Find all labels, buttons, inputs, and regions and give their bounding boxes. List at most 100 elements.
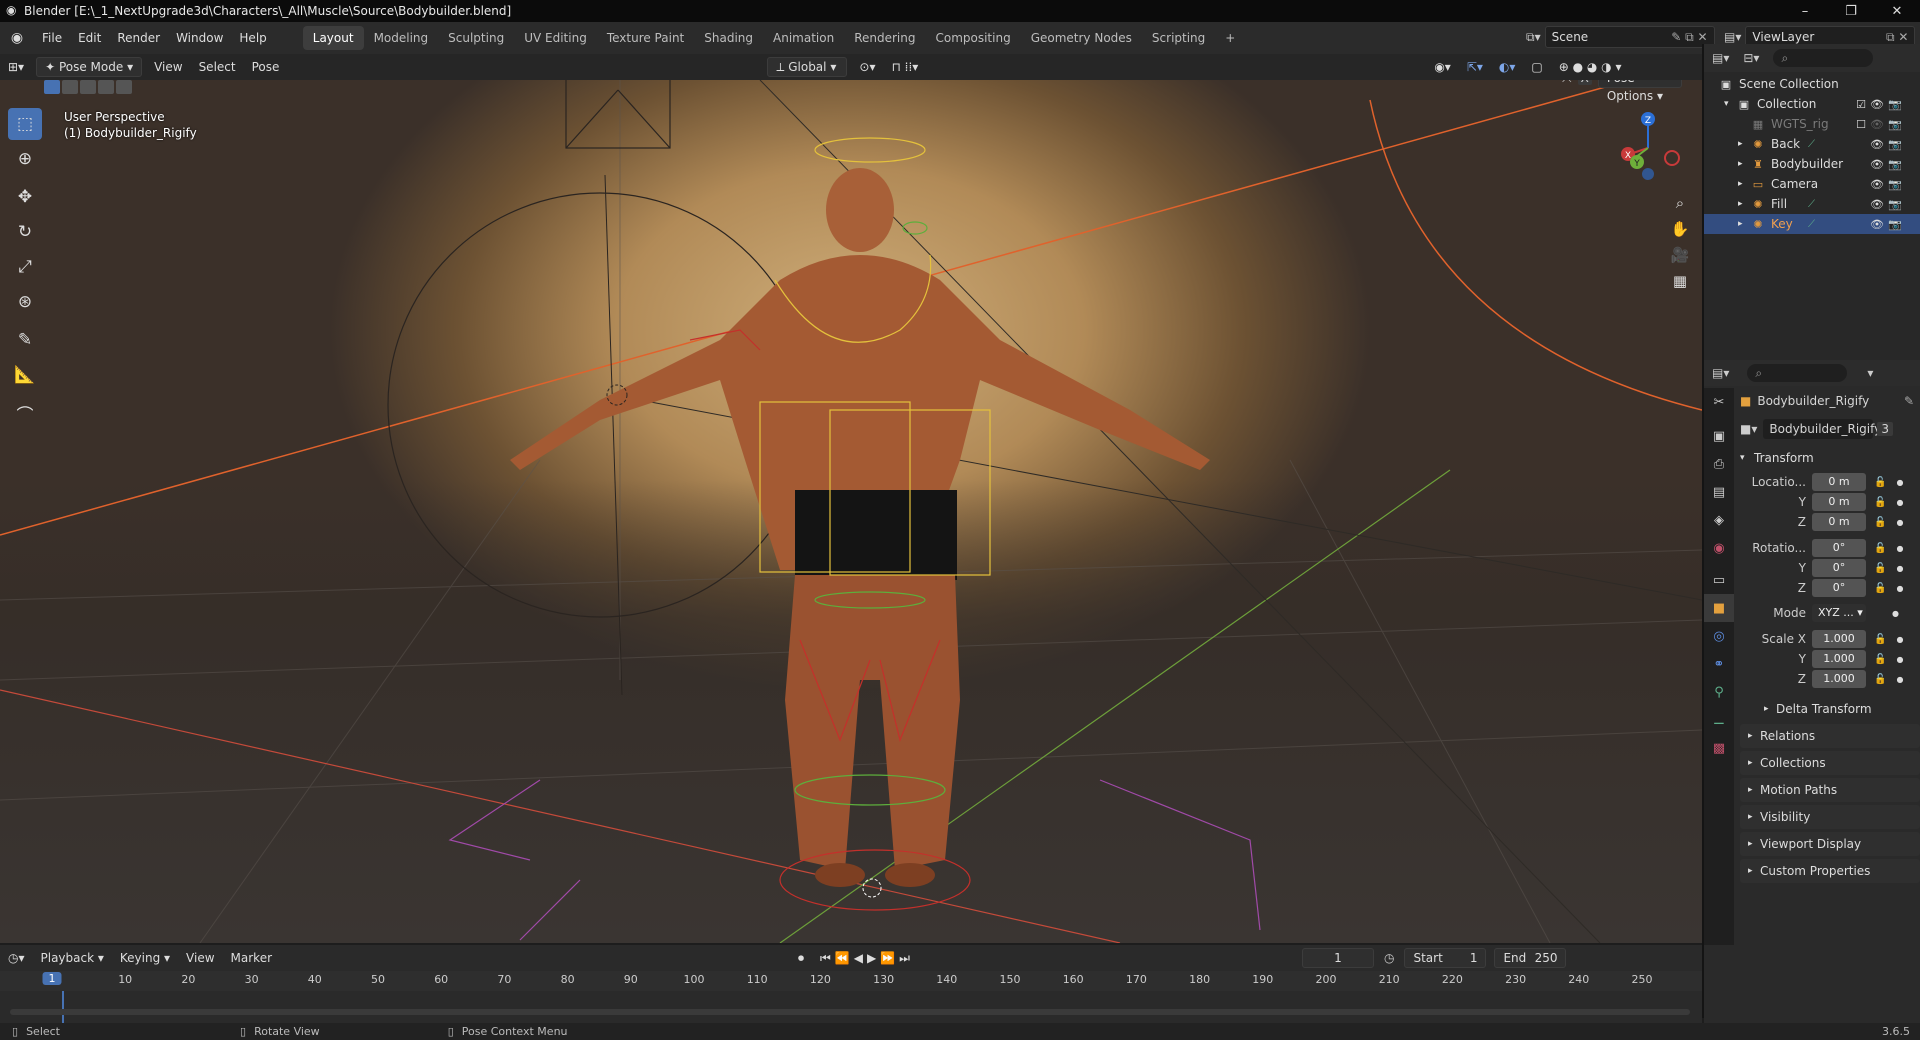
expand-icon[interactable]: ▾: [1724, 99, 1736, 109]
end-frame-field[interactable]: End 250: [1494, 948, 1567, 968]
timeline-scrollbar[interactable]: [10, 1009, 1690, 1015]
tab-uv-editing[interactable]: UV Editing: [514, 26, 597, 50]
scene-selector[interactable]: Scene ✎ ⧉ ✕: [1544, 26, 1715, 48]
checkbox-icon[interactable]: ☑: [1856, 98, 1866, 111]
outliner-search-input[interactable]: ⌕: [1773, 49, 1874, 67]
viewlayer-actions-icon[interactable]: ⧉ ✕: [1886, 30, 1908, 45]
properties-options-icon[interactable]: ▾: [1867, 366, 1873, 380]
menu-edit[interactable]: Edit: [70, 22, 109, 54]
visibility-icon[interactable]: ◉▾: [1426, 54, 1459, 80]
frame-ruler[interactable]: 10 20 30 40 50 60 70 80 90 100 110 120 130 140 150 160 1…: [0, 971, 1702, 991]
lock-icon[interactable]: 🔓: [1874, 674, 1886, 685]
object-name[interactable]: Bodybuilder_Rigify: [1757, 394, 1869, 408]
panel-viewport-display[interactable]: ▸ Viewport Display: [1740, 832, 1920, 856]
object-tab-icon[interactable]: ■: [1704, 594, 1734, 622]
tab-compositing[interactable]: Compositing: [925, 26, 1020, 50]
object-data-field[interactable]: Bodybuilder_Rigify: [1763, 419, 1881, 439]
lock-icon[interactable]: 🔓: [1874, 654, 1886, 665]
keyframe-dot-icon[interactable]: ●: [1896, 584, 1903, 593]
constraints-tab-icon[interactable]: ⚭: [1704, 650, 1734, 678]
world-tab-icon[interactable]: ◉: [1704, 534, 1734, 562]
keyframe-dot-icon[interactable]: ●: [1896, 564, 1903, 573]
viewlayer-browse-icon[interactable]: ▤▾: [1724, 30, 1741, 44]
editor-type-icon[interactable]: ⊞▾: [0, 54, 32, 80]
zoom-icon[interactable]: ⌕: [1667, 190, 1693, 216]
pivot-icon[interactable]: ⊙▾: [851, 54, 883, 80]
tab-rendering[interactable]: Rendering: [844, 26, 925, 50]
eye-icon[interactable]: 👁: [1870, 158, 1884, 171]
keyframe-dot-icon[interactable]: ●: [1892, 609, 1899, 618]
menu-help[interactable]: Help: [231, 22, 274, 54]
scale-x-field[interactable]: 1.000: [1812, 630, 1866, 648]
record-icon[interactable]: ⏺: [790, 945, 812, 971]
lock-icon[interactable]: 🔓: [1874, 563, 1886, 574]
menu-render[interactable]: Render: [109, 22, 168, 54]
outliner-row-fill[interactable]: ▸ ✺ Fill ⟋ 👁 📷: [1704, 194, 1920, 214]
lock-icon[interactable]: 🔓: [1874, 517, 1886, 528]
mirror-x-button[interactable]: X: [1577, 80, 1592, 85]
camera-view-icon[interactable]: 🎥: [1667, 242, 1693, 268]
panel-custom-properties[interactable]: ▸ Custom Properties: [1740, 859, 1920, 883]
users-count[interactable]: 3: [1877, 422, 1894, 436]
transform-tool-icon[interactable]: ⊛: [8, 286, 42, 318]
panel-collections[interactable]: ▸ Collections: [1740, 751, 1920, 775]
keyframe-dot-icon[interactable]: ●: [1896, 478, 1903, 487]
expand-icon[interactable]: ▸: [1738, 159, 1750, 169]
menu-marker[interactable]: Marker: [223, 945, 280, 971]
location-z-field[interactable]: 0 m: [1812, 513, 1866, 531]
eye-icon[interactable]: 👁: [1870, 178, 1884, 191]
tab-modeling[interactable]: Modeling: [364, 26, 439, 50]
menu-keying[interactable]: Keying ▾: [112, 945, 178, 971]
tab-sculpting[interactable]: Sculpting: [438, 26, 514, 50]
orientation-dropdown[interactable]: ⟂ Global ▾: [767, 57, 848, 77]
minimize-button[interactable]: –: [1782, 0, 1828, 22]
outliner-row-key[interactable]: ▸ ✺ Key ⟋ 👁 📷: [1704, 214, 1920, 234]
physics-tab-icon[interactable]: ◎: [1704, 622, 1734, 650]
rotate-tool-icon[interactable]: ↻: [8, 216, 42, 248]
outliner-type-icon[interactable]: ▤▾: [1712, 51, 1729, 65]
display-mode-icon[interactable]: ⊟▾: [1743, 51, 1759, 65]
relax-pose-icon[interactable]: ⌒: [8, 397, 42, 429]
outliner-row-camera[interactable]: ▸ ▭ Camera 👁 📷: [1704, 174, 1920, 194]
pan-hand-icon[interactable]: ✋: [1667, 216, 1693, 242]
transform-affect-icon[interactable]: ⤧: [1562, 80, 1572, 86]
camera-render-icon[interactable]: 📷: [1888, 158, 1902, 171]
eye-icon[interactable]: 👁: [1870, 138, 1884, 151]
select-extend-icon[interactable]: [62, 80, 78, 94]
select-subtract-icon[interactable]: [80, 80, 96, 94]
eye-icon[interactable]: 👁: [1870, 198, 1884, 211]
keyframe-dot-icon[interactable]: ●: [1896, 498, 1903, 507]
gizmo-toggle-icon[interactable]: ⇱▾: [1459, 54, 1491, 80]
select-intersect-icon[interactable]: [116, 80, 132, 94]
menu-window[interactable]: Window: [168, 22, 231, 54]
camera-render-icon[interactable]: 📷: [1888, 218, 1902, 231]
cursor-tool-icon[interactable]: ⊕: [8, 143, 42, 175]
camera-render-icon[interactable]: 📷: [1888, 198, 1902, 211]
menu-playback[interactable]: Playback ▾: [33, 945, 112, 971]
lock-icon[interactable]: 🔓: [1874, 543, 1886, 554]
eye-icon[interactable]: 👁: [1870, 218, 1884, 231]
armature-data-tab-icon[interactable]: ⚲: [1704, 678, 1734, 706]
transform-panel-header[interactable]: ▾ Transform: [1740, 446, 1920, 470]
tool-tab-icon[interactable]: ✂: [1704, 388, 1734, 416]
tab-shading[interactable]: Shading: [694, 26, 763, 50]
keyframe-dot-icon[interactable]: ●: [1896, 518, 1903, 527]
expand-icon[interactable]: ▸: [1738, 179, 1750, 189]
playback-controls-icon[interactable]: ⏮⏪◀▶⏩⏭: [812, 945, 922, 971]
scale-z-field[interactable]: 1.000: [1812, 670, 1866, 688]
render-tab-icon[interactable]: ▣: [1704, 422, 1734, 450]
eye-icon[interactable]: 👁: [1870, 118, 1884, 131]
scale-y-field[interactable]: 1.000: [1812, 650, 1866, 668]
tab-layout[interactable]: Layout: [302, 26, 364, 50]
lock-icon[interactable]: 🔓: [1874, 497, 1886, 508]
expand-icon[interactable]: ▸: [1738, 139, 1750, 149]
tab-animation[interactable]: Animation: [763, 26, 844, 50]
camera-render-icon[interactable]: 📷: [1888, 118, 1902, 131]
annotate-tool-icon[interactable]: ✎: [8, 324, 42, 356]
menu-file[interactable]: File: [34, 22, 70, 54]
location-y-field[interactable]: 0 m: [1812, 493, 1866, 511]
menu-pose[interactable]: Pose: [244, 54, 288, 80]
select-box-icon[interactable]: ⬚: [8, 108, 42, 140]
camera-render-icon[interactable]: 📷: [1888, 98, 1902, 111]
camera-render-icon[interactable]: 📷: [1888, 138, 1902, 151]
